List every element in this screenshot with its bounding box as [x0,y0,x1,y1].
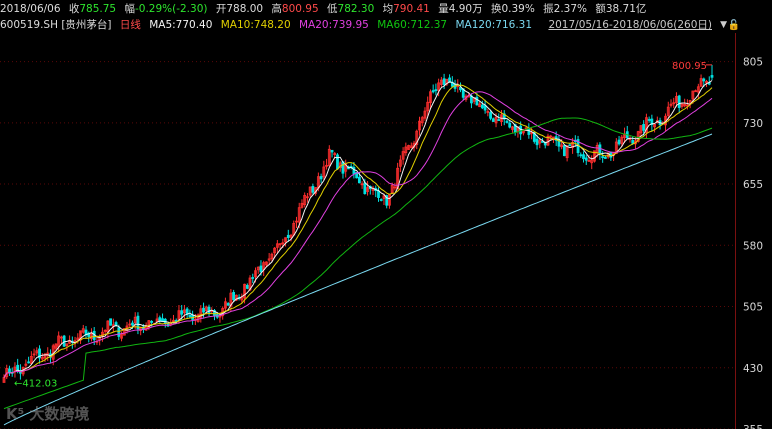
candle-body [535,138,539,146]
candle-body [562,145,566,157]
candle-body [286,234,290,238]
candle-body [379,199,383,201]
y-tick-label: 355 [743,424,763,429]
candle-body [527,128,531,135]
candle-body [568,144,572,147]
y-tick-label: 580 [743,240,763,252]
candle-body [377,190,380,198]
y-tick-label: 655 [743,179,763,191]
candle-body [188,314,192,318]
candle-body [226,303,230,306]
candle-body [245,284,249,289]
candle-body [109,318,113,326]
candle-body [202,307,205,313]
candle-body [158,317,162,322]
candle-body [702,78,706,82]
candle-body [131,322,134,326]
candle-body [491,118,495,122]
y-tick-label: 805 [743,57,763,69]
candle-body [232,292,236,300]
watermark: K⁵ 大数跨境 [6,405,90,423]
candle-body [180,310,184,315]
kline-svg[interactable]: 355 430 505 580 655 730 805 800.95 ←412.03 [0,0,772,429]
candle-body [642,124,646,131]
kline-chart-panel[interactable]: 2018/06/06 收785.75 幅-0.29%(-2.30) 开788.0… [0,0,772,429]
high-annotation: 800.95 [672,61,707,72]
candle-body [330,149,334,153]
candle-body [582,154,585,160]
candle-body [603,157,607,159]
candle-body [62,335,66,347]
candle-body [677,95,681,108]
candle-body [631,140,635,144]
candle-body [8,368,11,374]
candle-body [363,182,367,195]
candle-body [259,265,263,273]
ma60-line [3,117,713,410]
candle-body [489,112,492,119]
y-tick-label: 430 [743,363,763,375]
candle-body [117,327,121,337]
candle-body [710,75,714,78]
ma10-line [3,84,713,378]
y-tick-label: 730 [743,118,763,130]
candle-body [480,104,484,109]
candle-body [311,186,315,193]
candle-body [434,89,438,92]
candle-body [431,90,435,93]
candle-body [475,96,479,106]
ma20-line [3,91,713,378]
candle-body [251,277,255,279]
candle-body [579,154,583,157]
candle-body [442,78,446,85]
watermark-logo: K⁵ [6,405,30,423]
candle-body [319,176,323,180]
candle-body [336,154,339,170]
candle-body [497,119,501,121]
candle-body [150,320,154,323]
candle-body [601,156,605,158]
candle-body [647,119,651,121]
y-tick-label: 505 [743,302,763,314]
candle-body [357,176,361,184]
candle-body [505,120,509,123]
candle-body [27,361,31,364]
candle-body [617,139,621,145]
low-annotation: ←412.03 [14,378,57,389]
candle-body [598,144,602,155]
candle-body [508,122,512,128]
candle-body [584,157,588,161]
